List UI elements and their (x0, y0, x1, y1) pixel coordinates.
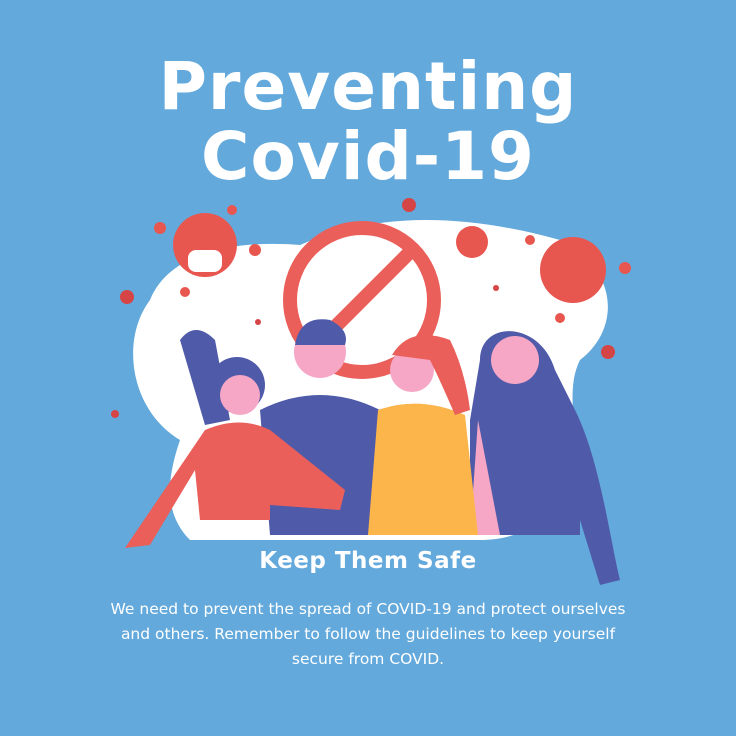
person-back-right (470, 331, 620, 585)
subtitle: Keep Them Safe (259, 548, 477, 574)
body-text: We need to prevent the spread of COVID-1… (110, 600, 626, 668)
person-yellow-woman (368, 403, 478, 535)
virus-icon-small (456, 226, 488, 258)
